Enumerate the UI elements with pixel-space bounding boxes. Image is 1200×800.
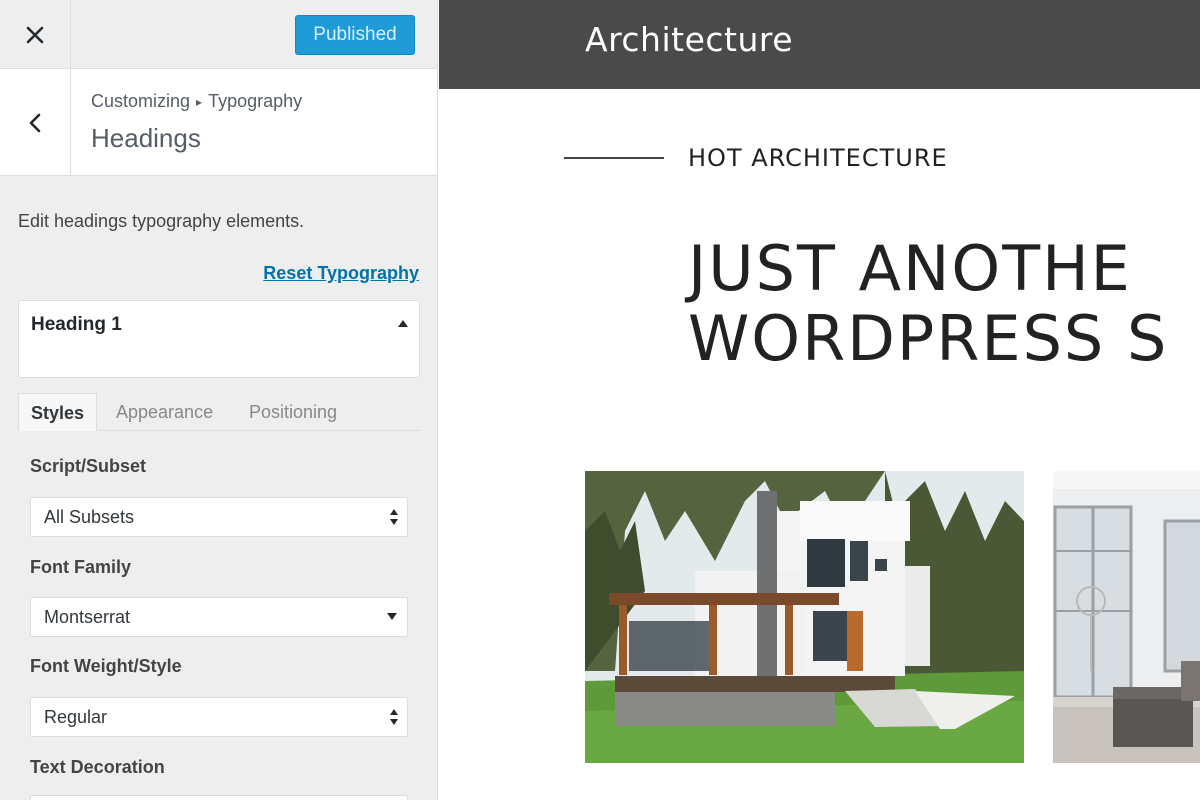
- chevron-down-icon: [387, 598, 397, 636]
- close-icon: [26, 26, 44, 43]
- section-description: Edit headings typography elements.: [18, 211, 305, 231]
- font-weight-label: Font Weight/Style: [30, 656, 182, 676]
- subset-label: Script/Subset: [30, 456, 147, 476]
- published-button[interactable]: Published: [295, 15, 415, 55]
- customizer-topbar: Published: [0, 0, 437, 69]
- reset-typography-link[interactable]: Reset Typography: [263, 263, 419, 284]
- tagline: HOT ARCHITECTURE: [688, 144, 948, 172]
- back-button[interactable]: [0, 69, 71, 176]
- updown-arrows-icon: [390, 509, 398, 525]
- font-family-label: Font Family: [30, 557, 132, 577]
- subset-value: All Subsets: [44, 507, 135, 527]
- hero-line-1: JUST ANOTHE: [688, 232, 1132, 305]
- tab-positioning[interactable]: Positioning: [237, 393, 349, 431]
- site-title[interactable]: Architecture: [585, 20, 793, 59]
- close-button[interactable]: [0, 0, 71, 69]
- section-header: Customizing ▸ Typography Headings: [0, 69, 437, 176]
- interior-photo[interactable]: [1053, 471, 1200, 763]
- breadcrumb: Customizing ▸ Typography: [91, 91, 302, 112]
- section-title: Headings: [91, 123, 201, 153]
- font-family-value: Montserrat: [44, 607, 131, 627]
- settings-tabs: Styles Appearance Positioning: [18, 393, 420, 431]
- text-decoration-label: Text Decoration: [30, 757, 165, 777]
- updown-arrows-icon: [390, 709, 398, 725]
- site-header: Architecture: [439, 0, 1200, 89]
- hero-line-2: WORDPRESS S: [688, 302, 1169, 375]
- text-decoration-select[interactable]: [30, 795, 408, 800]
- breadcrumb-parent: Customizing: [91, 91, 191, 111]
- font-weight-value: Regular: [44, 707, 108, 727]
- site-preview: Architecture HOT ARCHITECTURE JUST ANOTH…: [439, 0, 1200, 800]
- font-family-select[interactable]: Montserrat: [30, 597, 408, 637]
- breadcrumb-child: Typography: [208, 91, 303, 111]
- hero-heading: JUST ANOTHE WORDPRESS S: [688, 234, 1168, 374]
- customizer-sidebar: Published Customizing ▸ Typography Heading…: [0, 0, 438, 800]
- heading-1-accordion[interactable]: Heading 1: [18, 300, 420, 378]
- breadcrumb-separator: ▸: [196, 95, 203, 110]
- font-weight-select[interactable]: Regular: [30, 697, 408, 737]
- caret-up-icon: [398, 316, 408, 330]
- tab-styles[interactable]: Styles: [18, 393, 98, 431]
- house-photo[interactable]: [585, 471, 1024, 763]
- subset-select[interactable]: All Subsets: [30, 497, 408, 537]
- tab-appearance[interactable]: Appearance: [104, 393, 225, 431]
- chevron-left-icon: [29, 113, 41, 132]
- tagline-rule: [564, 157, 664, 159]
- accordion-title: Heading 1: [31, 314, 122, 335]
